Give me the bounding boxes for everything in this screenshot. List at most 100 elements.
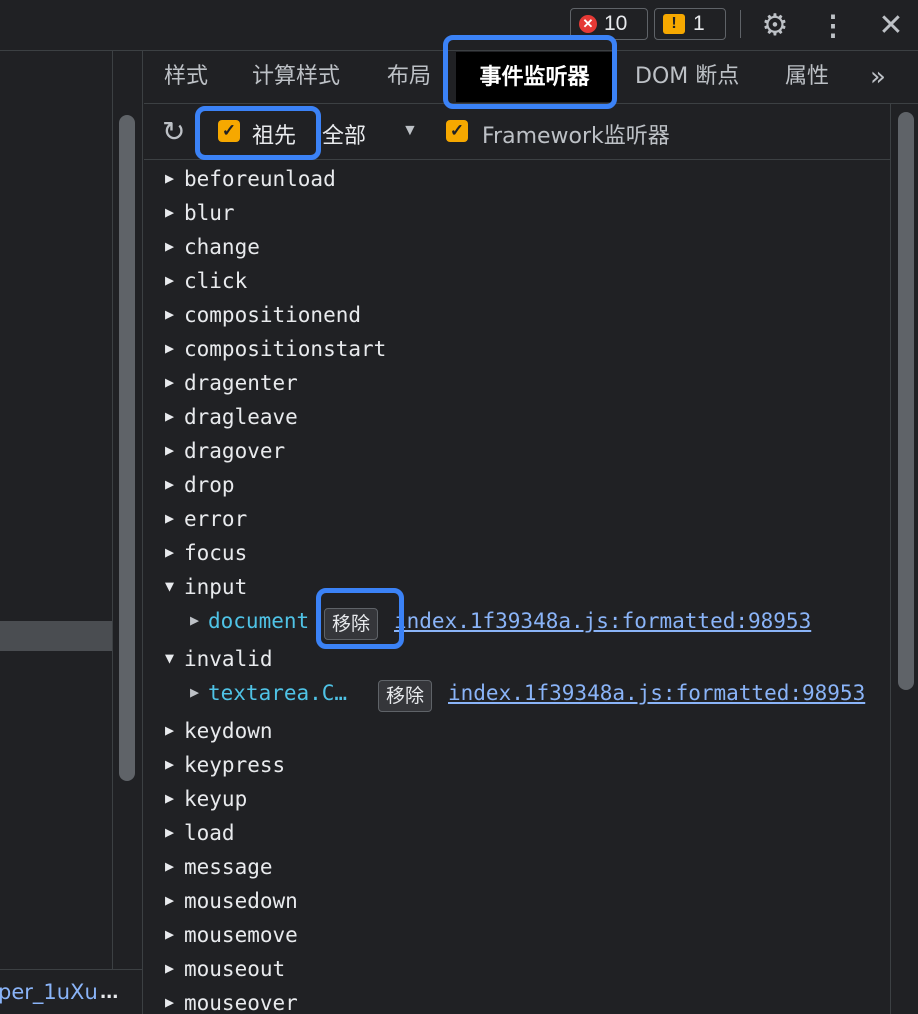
highlight-box bbox=[316, 588, 404, 649]
event-name: invalid bbox=[184, 647, 273, 671]
event-name: error bbox=[184, 507, 248, 531]
collapsed-triangle-icon[interactable]: ▶ bbox=[165, 475, 174, 493]
highlight-box bbox=[195, 106, 321, 160]
collapsed-triangle-icon[interactable]: ▶ bbox=[165, 857, 174, 875]
framework-listeners-label[interactable]: Framework监听器 bbox=[482, 118, 670, 150]
event-row-dragleave[interactable]: ▶ dragleave bbox=[144, 401, 890, 435]
warning-count: 1 bbox=[693, 12, 705, 35]
collapsed-triangle-icon[interactable]: ▶ bbox=[165, 755, 174, 773]
event-row-compositionend[interactable]: ▶ compositionend bbox=[144, 299, 890, 333]
source-link[interactable]: index.1f39348a.js:formatted:98953 bbox=[394, 609, 811, 633]
collapsed-triangle-icon[interactable]: ▶ bbox=[165, 237, 174, 255]
collapsed-triangle-icon[interactable]: ▶ bbox=[165, 169, 174, 187]
listener-node[interactable]: textarea.C… bbox=[208, 681, 347, 705]
error-count: 10 bbox=[604, 12, 628, 35]
event-name: compositionend bbox=[184, 303, 362, 327]
pane-divider bbox=[890, 104, 891, 1014]
collapsed-triangle-icon[interactable]: ▶ bbox=[165, 407, 174, 425]
remove-listener-button[interactable]: 移除 bbox=[378, 680, 433, 712]
event-name: mouseout bbox=[184, 957, 286, 981]
listener-row[interactable]: ▶ document 移除 index.1f39348a.js:formatted:9… bbox=[144, 605, 890, 640]
tab-computed[interactable]: 计算样式 bbox=[252, 51, 340, 103]
event-row-input[interactable]: ▼ input bbox=[144, 571, 890, 605]
collapsed-triangle-icon[interactable]: ▶ bbox=[165, 925, 174, 943]
gear-icon[interactable]: ⚙ bbox=[758, 8, 792, 42]
collapsed-triangle-icon[interactable]: ▶ bbox=[165, 203, 174, 221]
source-link[interactable]: index.1f39348a.js:formatted:98953 bbox=[448, 681, 865, 705]
expanded-triangle-icon[interactable]: ▼ bbox=[165, 649, 174, 667]
event-name: dragover bbox=[184, 439, 286, 463]
event-row-load[interactable]: ▶ load bbox=[144, 817, 890, 851]
event-row-error[interactable]: ▶ error bbox=[144, 503, 890, 537]
event-row-drop[interactable]: ▶ drop bbox=[144, 469, 890, 503]
event-row-dragover[interactable]: ▶ dragover bbox=[144, 435, 890, 469]
event-row-click[interactable]: ▶ click bbox=[144, 265, 890, 299]
event-name: drop bbox=[184, 473, 235, 497]
right-scrollbar[interactable] bbox=[898, 112, 914, 690]
event-row-message[interactable]: ▶ message bbox=[144, 851, 890, 885]
selected-node-row[interactable] bbox=[0, 621, 112, 651]
collapsed-triangle-icon[interactable]: ▶ bbox=[165, 441, 174, 459]
event-row-mousemove[interactable]: ▶ mousemove bbox=[144, 919, 890, 953]
event-row-beforeunload[interactable]: ▶ beforeunload bbox=[144, 163, 890, 197]
event-listener-list: ▶ beforeunload ▶ blur ▶ change ▶ click ▶ composit… bbox=[144, 161, 890, 1014]
event-row-mouseover[interactable]: ▶ mouseover bbox=[144, 987, 890, 1014]
event-name: mousedown bbox=[184, 889, 298, 913]
event-row-blur[interactable]: ▶ blur bbox=[144, 197, 890, 231]
event-row-mouseout[interactable]: ▶ mouseout bbox=[144, 953, 890, 987]
warning-counter-button[interactable]: ! 1 bbox=[654, 8, 726, 40]
listener-filter-select[interactable]: 全部 bbox=[322, 118, 366, 150]
breadcrumb-more-button[interactable]: ... bbox=[100, 978, 118, 1004]
collapsed-triangle-icon[interactable]: ▶ bbox=[165, 339, 174, 357]
collapsed-triangle-icon[interactable]: ▶ bbox=[165, 959, 174, 977]
collapsed-triangle-icon[interactable]: ▶ bbox=[190, 683, 199, 701]
event-name: mouseover bbox=[184, 991, 298, 1014]
event-row-dragenter[interactable]: ▶ dragenter bbox=[144, 367, 890, 401]
event-name: keydown bbox=[184, 719, 273, 743]
collapsed-triangle-icon[interactable]: ▶ bbox=[190, 611, 199, 629]
breadcrumb: per_1uXu ... bbox=[0, 969, 143, 1014]
close-icon[interactable]: ✕ bbox=[874, 8, 908, 42]
collapsed-triangle-icon[interactable]: ▶ bbox=[165, 373, 174, 391]
chevron-down-icon[interactable]: ▼ bbox=[402, 122, 418, 140]
event-row-invalid[interactable]: ▼ invalid bbox=[144, 643, 890, 677]
event-row-keypress[interactable]: ▶ keypress bbox=[144, 749, 890, 783]
event-name: dragenter bbox=[184, 371, 298, 395]
more-tabs-icon[interactable]: » bbox=[870, 51, 886, 103]
tab-layout[interactable]: 布局 bbox=[387, 51, 431, 103]
event-row-change[interactable]: ▶ change bbox=[144, 231, 890, 265]
collapsed-triangle-icon[interactable]: ▶ bbox=[165, 509, 174, 527]
highlight-box bbox=[443, 35, 617, 109]
framework-listeners-checkbox[interactable]: ✓ bbox=[446, 120, 468, 142]
left-scrollbar[interactable] bbox=[119, 115, 135, 781]
event-name: keyup bbox=[184, 787, 248, 811]
warning-icon: ! bbox=[663, 14, 685, 34]
tab-properties[interactable]: 属性 bbox=[785, 51, 829, 103]
collapsed-triangle-icon[interactable]: ▶ bbox=[165, 305, 174, 323]
collapsed-triangle-icon[interactable]: ▶ bbox=[165, 271, 174, 289]
tab-styles[interactable]: 样式 bbox=[164, 51, 208, 103]
expanded-triangle-icon[interactable]: ▼ bbox=[165, 577, 174, 595]
more-options-icon[interactable]: ⋮ bbox=[816, 8, 850, 42]
breadcrumb-item[interactable]: per_1uXu bbox=[0, 980, 98, 1004]
collapsed-triangle-icon[interactable]: ▶ bbox=[165, 543, 174, 561]
collapsed-triangle-icon[interactable]: ▶ bbox=[165, 789, 174, 807]
collapsed-triangle-icon[interactable]: ▶ bbox=[165, 823, 174, 841]
tab-dom-breakpoints[interactable]: DOM 断点 bbox=[635, 51, 739, 103]
collapsed-triangle-icon[interactable]: ▶ bbox=[165, 993, 174, 1011]
event-name: click bbox=[184, 269, 248, 293]
collapsed-triangle-icon[interactable]: ▶ bbox=[165, 891, 174, 909]
event-name: beforeunload bbox=[184, 167, 336, 191]
elements-pane: per_1uXu ... bbox=[0, 51, 143, 1014]
event-row-compositionstart[interactable]: ▶ compositionstart bbox=[144, 333, 890, 367]
event-row-mousedown[interactable]: ▶ mousedown bbox=[144, 885, 890, 919]
refresh-icon[interactable]: ↻ bbox=[162, 115, 185, 148]
event-row-focus[interactable]: ▶ focus bbox=[144, 537, 890, 571]
collapsed-triangle-icon[interactable]: ▶ bbox=[165, 721, 174, 739]
event-row-keyup[interactable]: ▶ keyup bbox=[144, 783, 890, 817]
error-icon: ✕ bbox=[579, 15, 597, 33]
event-row-keydown[interactable]: ▶ keydown bbox=[144, 715, 890, 749]
listener-node[interactable]: document bbox=[208, 609, 309, 633]
toolbar-divider bbox=[740, 10, 741, 38]
listener-row[interactable]: ▶ textarea.C… 移除 index.1f39348a.js:formatte… bbox=[144, 677, 890, 712]
